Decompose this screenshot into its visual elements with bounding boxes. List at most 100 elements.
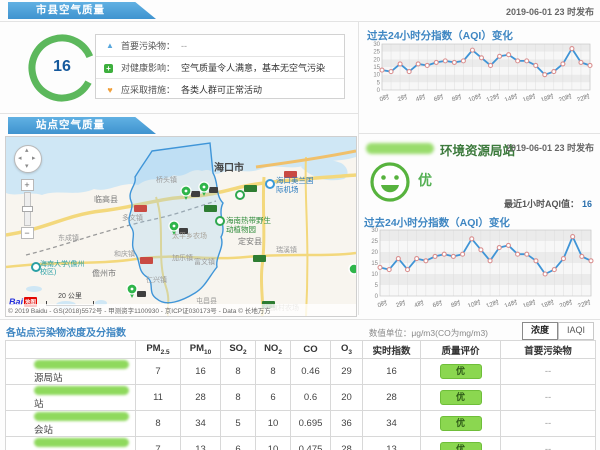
rating-cell: 优 bbox=[421, 385, 501, 411]
blurred-station-name bbox=[34, 386, 129, 395]
info-value: 空气质量令人满意，基本无空气污染 bbox=[181, 61, 325, 74]
column-header: PM10 bbox=[181, 341, 221, 359]
table-row[interactable]: 会站8345100.6953634优-- bbox=[6, 411, 596, 437]
svg-text:22时: 22时 bbox=[575, 91, 591, 101]
table-row[interactable]: 源局站716880.462916优-- bbox=[6, 359, 596, 385]
map-label: 富文镇 bbox=[194, 259, 215, 267]
station-aqi-level: 优 bbox=[418, 170, 432, 190]
toggle-iaqi-button[interactable]: IAQI bbox=[558, 322, 594, 340]
svg-text:0时: 0时 bbox=[376, 298, 389, 307]
map-pan-control[interactable]: ▴ ▾ ◂ ▸ bbox=[14, 145, 42, 173]
map-label: 海口美兰国际机场 bbox=[276, 177, 316, 194]
map-canvas[interactable]: 海口市 海口美兰国际机场 海南热带野生动植物园 临高县 桥头镇 多文镇 东成镇 … bbox=[5, 136, 357, 317]
aqi-value: 16 bbox=[40, 58, 84, 76]
blurred-station-name bbox=[34, 360, 129, 369]
svg-text:0时: 0时 bbox=[378, 92, 391, 101]
value-cell: 0.6 bbox=[291, 385, 331, 411]
column-header: O3 bbox=[331, 341, 363, 359]
value-cell: 8 bbox=[221, 359, 256, 385]
svg-text:20: 20 bbox=[373, 57, 380, 63]
info-value: 各类人群可正常活动 bbox=[181, 83, 262, 96]
aqi-line-chart-city: 0510152025300时2时4时6时8时10时12时14时16时18时20时… bbox=[366, 41, 595, 101]
map-label: 瑞溪镇 bbox=[276, 247, 297, 255]
toggle-concentration-button[interactable]: 浓度 bbox=[522, 322, 558, 340]
map-label: 多文镇 bbox=[122, 215, 143, 223]
quality-badge: 优 bbox=[440, 416, 482, 431]
value-cell: 28 bbox=[363, 385, 421, 411]
info-label: 首要污染物： bbox=[121, 39, 175, 52]
zoom-out-button[interactable]: − bbox=[21, 227, 34, 239]
column-header: SO2 bbox=[221, 341, 256, 359]
zoom-in-button[interactable]: + bbox=[21, 179, 34, 191]
value-cell: 29 bbox=[331, 359, 363, 385]
info-label: 应采取措施： bbox=[121, 83, 175, 96]
air-quality-dashboard: 2019-06-01 23 时发布 市县空气质量 16 优 ▲ 首要污染物： -… bbox=[0, 0, 600, 450]
map-attribution: © 2019 Baidu - GS(2018)5572号 - 甲测资字11009… bbox=[6, 304, 356, 316]
svg-text:30: 30 bbox=[373, 42, 380, 48]
svg-text:14时: 14时 bbox=[503, 91, 519, 101]
map-label: 太平乡农场 bbox=[172, 233, 207, 241]
map-label: 海南热带野生动植物园 bbox=[226, 217, 276, 234]
publish-time: 2019-06-01 23 时发布 bbox=[506, 5, 594, 18]
station-marker bbox=[349, 264, 356, 274]
column-header-station bbox=[6, 341, 136, 359]
zoom-slider-handle[interactable] bbox=[22, 206, 33, 212]
svg-text:15: 15 bbox=[371, 261, 378, 267]
rating-cell: 优 bbox=[421, 359, 501, 385]
table-row[interactable]: 站7136100.4752813优-- bbox=[6, 437, 596, 450]
station-name-cell: 站 bbox=[6, 385, 136, 411]
value-cell: 10 bbox=[256, 411, 291, 437]
zoom-slider[interactable] bbox=[24, 192, 31, 226]
info-value: -- bbox=[181, 41, 187, 51]
map-graphics bbox=[6, 137, 356, 316]
value-cell: 0.46 bbox=[291, 359, 331, 385]
value-cell: 8 bbox=[221, 385, 256, 411]
map-label: 仁兴镇 bbox=[146, 277, 167, 285]
pan-up-icon: ▴ bbox=[25, 147, 29, 154]
station-publish-time: 2019-06-01 23 时发布 bbox=[506, 141, 594, 154]
heart-icon: ♥ bbox=[104, 85, 116, 95]
svg-text:16时: 16时 bbox=[521, 297, 537, 307]
svg-text:0: 0 bbox=[377, 88, 381, 94]
station-name: 环境资源局站 bbox=[440, 140, 515, 159]
station-marker bbox=[127, 284, 137, 298]
value-cell: 16 bbox=[363, 359, 421, 385]
svg-text:22时: 22时 bbox=[576, 297, 592, 307]
value-cell: 7 bbox=[136, 359, 181, 385]
poi-icon bbox=[32, 263, 40, 271]
info-row-health: + 对健康影响： 空气质量令人满意，基本无空气污染 bbox=[96, 56, 344, 78]
svg-text:5: 5 bbox=[375, 283, 379, 289]
pan-left-icon: ◂ bbox=[18, 155, 22, 162]
map-label: 东成镇 bbox=[58, 235, 79, 243]
info-row-primary-pollutant: ▲ 首要污染物： -- bbox=[96, 35, 344, 56]
value-cell: 8 bbox=[136, 411, 181, 437]
map-zoom-control[interactable]: + − bbox=[20, 179, 34, 239]
pan-down-icon: ▾ bbox=[25, 163, 29, 170]
map-label: 儋州市 bbox=[92, 269, 116, 278]
unit-toggle: 浓度IAQI bbox=[522, 322, 594, 340]
station-name-cell: 站 bbox=[6, 437, 136, 450]
health-icon: + bbox=[104, 64, 113, 73]
recent-aqi: 最近1小时AQI值：16 bbox=[504, 197, 592, 210]
svg-text:18时: 18时 bbox=[540, 297, 556, 307]
value-cell: 34 bbox=[363, 411, 421, 437]
map-label: 定安县 bbox=[238, 237, 262, 246]
station-name-cell: 会站 bbox=[6, 411, 136, 437]
map-label: 海南大学(儋州校区) bbox=[40, 261, 88, 277]
table-row[interactable]: 站1128860.62028优-- bbox=[6, 385, 596, 411]
column-header: 实时指数 bbox=[363, 341, 421, 359]
svg-text:30: 30 bbox=[371, 228, 378, 234]
column-header: NO2 bbox=[256, 341, 291, 359]
blurred-station-name bbox=[366, 143, 434, 154]
svg-text:8时: 8时 bbox=[450, 298, 463, 307]
map-label: 加乐镇 bbox=[172, 255, 193, 263]
section-header-station-air: 站点空气质量 bbox=[8, 117, 156, 134]
value-cell: 13 bbox=[363, 437, 421, 450]
section-title: 市县空气质量 bbox=[36, 4, 105, 16]
value-cell: 0.695 bbox=[291, 411, 331, 437]
value-cell: 10 bbox=[256, 437, 291, 450]
svg-text:18时: 18时 bbox=[539, 91, 555, 101]
value-cell: 8 bbox=[256, 359, 291, 385]
svg-text:16时: 16时 bbox=[521, 91, 537, 101]
primary-pollutant-cell: -- bbox=[501, 385, 596, 411]
